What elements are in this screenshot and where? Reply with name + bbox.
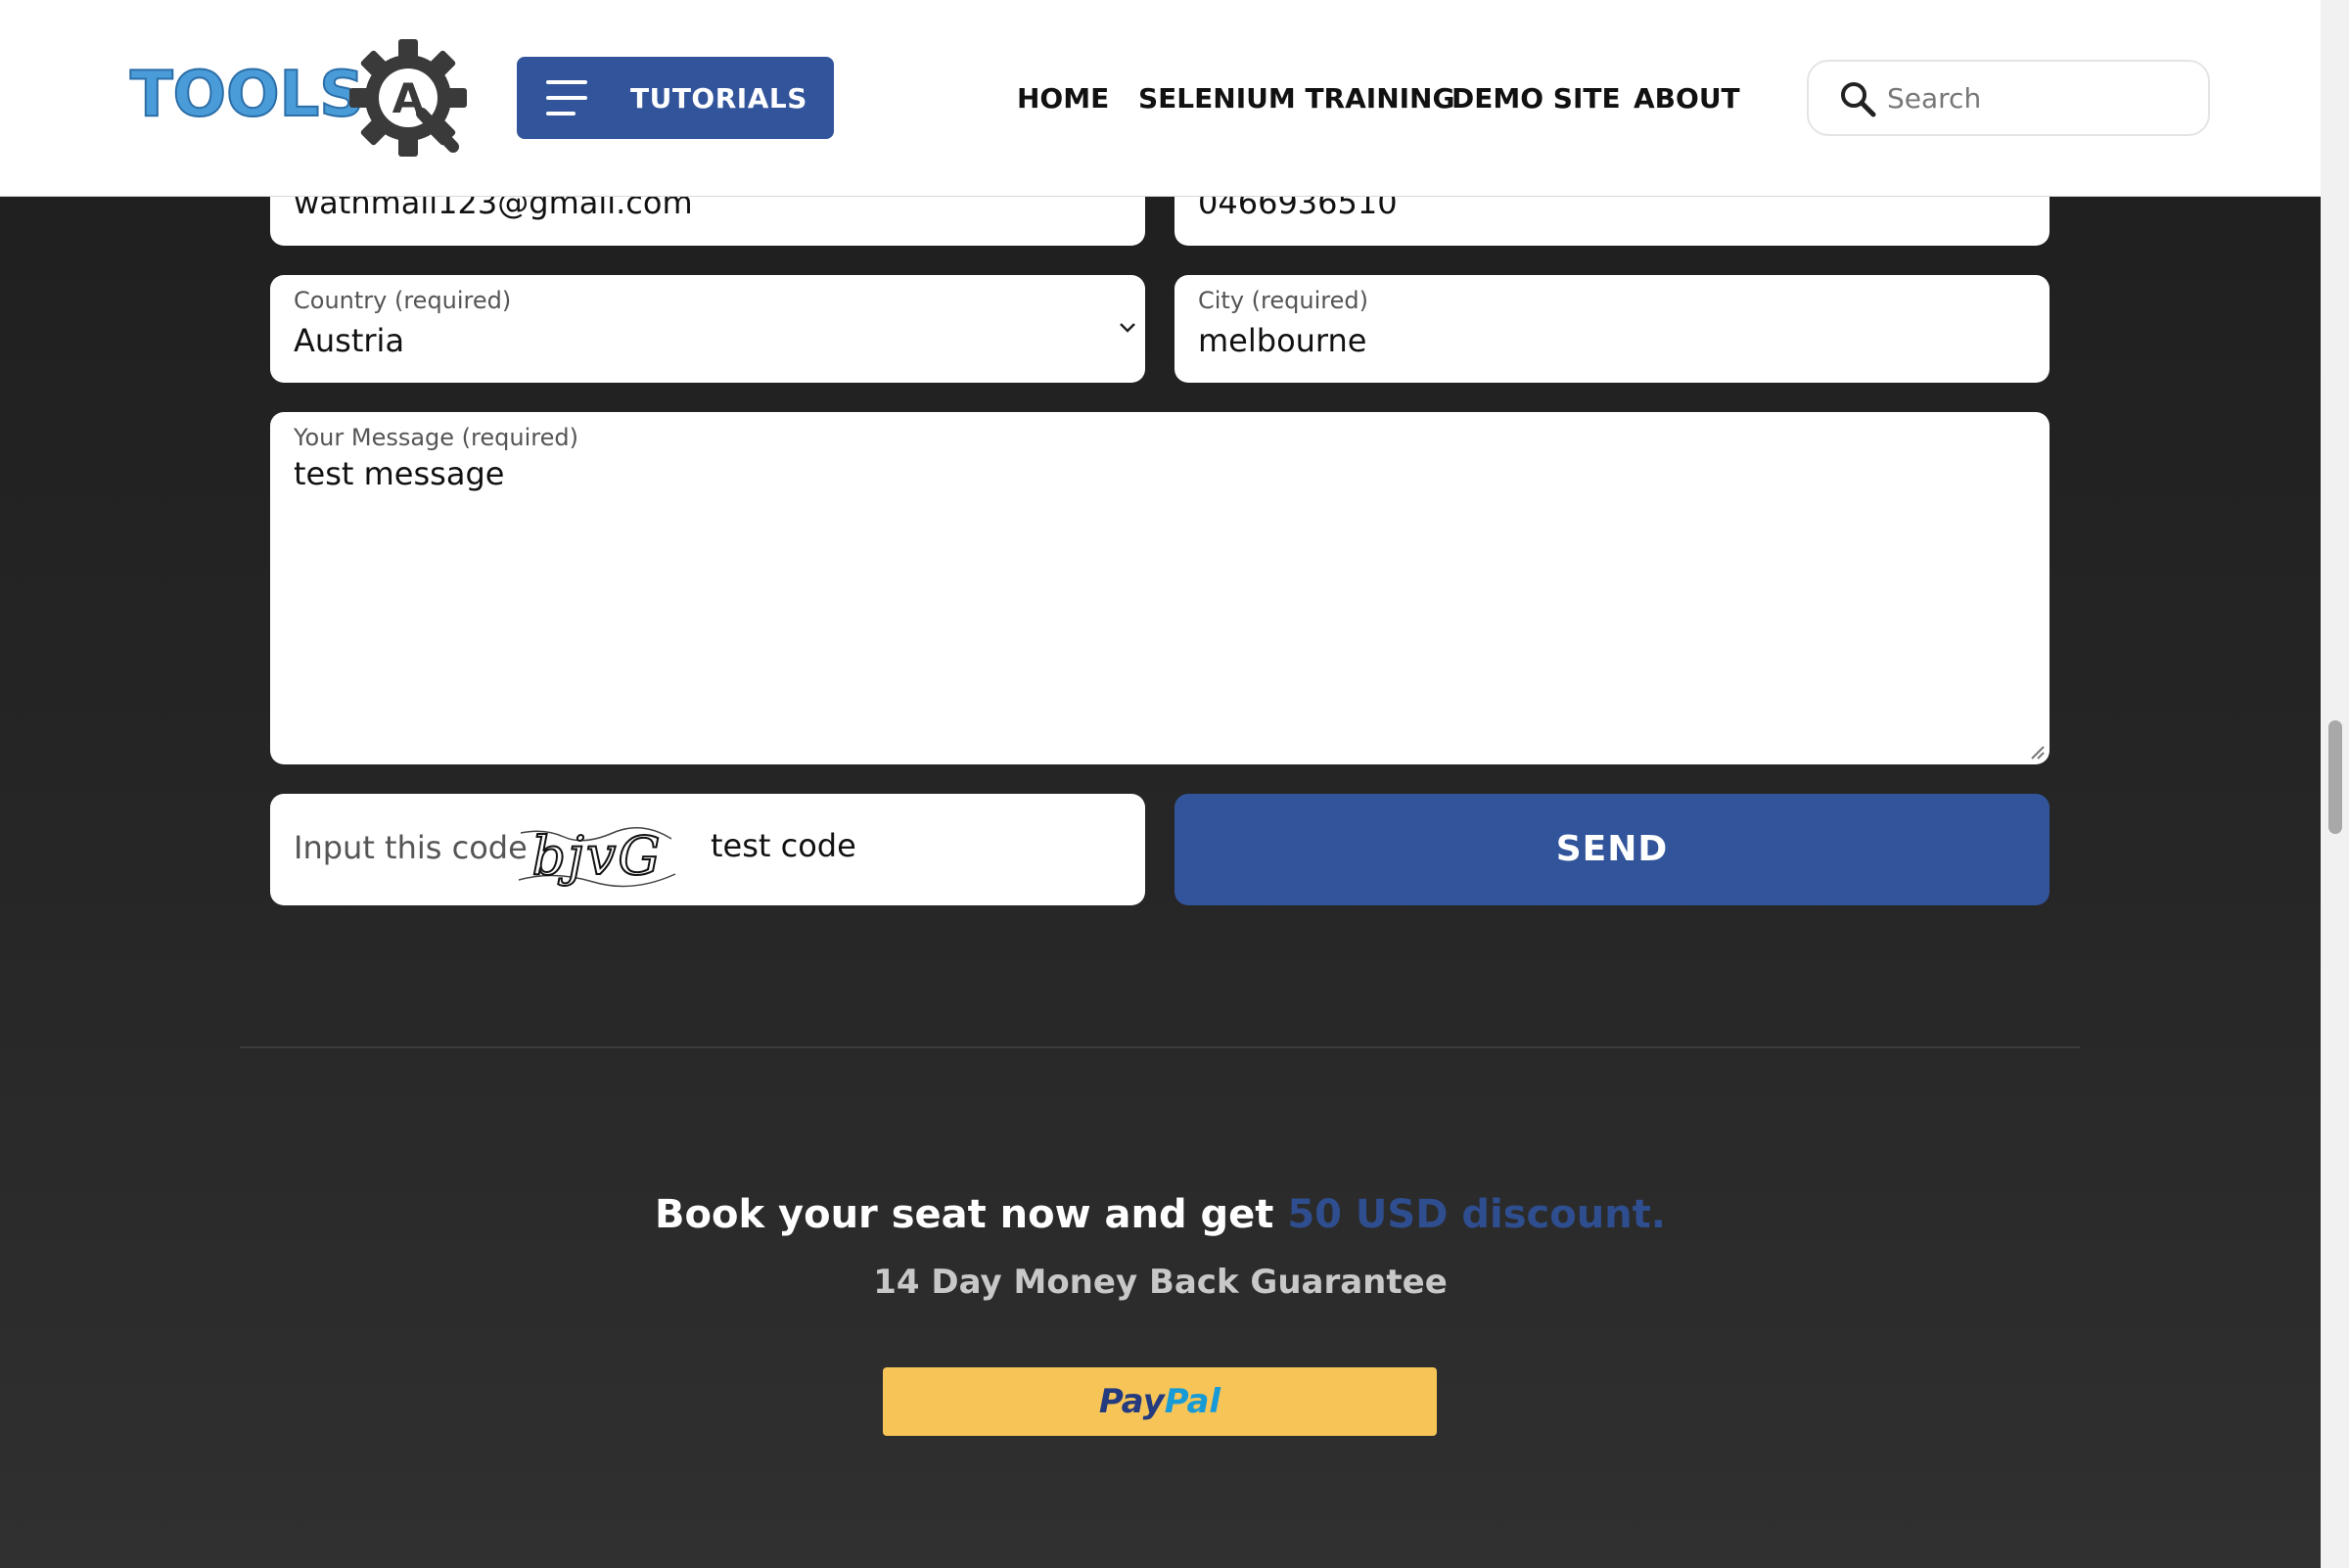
- scrollbar-track[interactable]: [2321, 0, 2349, 1568]
- message-label: Your Message (required): [294, 424, 578, 451]
- paypal-logo-pay: Pay: [1098, 1382, 1165, 1421]
- captcha-label: Input this code: [294, 829, 528, 866]
- section-divider: [240, 1046, 2080, 1048]
- chevron-down-icon: [1120, 323, 1135, 333]
- message-textarea[interactable]: Your Message (required) test message: [270, 412, 2050, 764]
- scrollbar-thumb[interactable]: [2328, 720, 2342, 834]
- country-label: Country (required): [294, 287, 512, 314]
- city-value: melbourne: [1198, 322, 1367, 359]
- promo-headline: Book your seat now and get 50 USD discou…: [0, 1192, 2321, 1237]
- logo-badge: A: [392, 74, 425, 122]
- tutorials-menu-button[interactable]: TUTORIALS: [517, 57, 834, 139]
- country-select[interactable]: Country (required) Austria: [270, 275, 1145, 383]
- site-header: TOOLS A TUTORIALS HOME SELENIUM TRAINING…: [0, 0, 2321, 197]
- paypal-logo-pal: Pal: [1164, 1382, 1221, 1421]
- nav-selenium-training[interactable]: SELENIUM TRAINING: [1138, 82, 1454, 115]
- country-value: Austria: [294, 322, 405, 359]
- nav-about[interactable]: ABOUT: [1634, 82, 1740, 115]
- search-input[interactable]: [1887, 75, 2190, 120]
- captcha-input[interactable]: test code: [711, 827, 856, 864]
- promo-main-text: Book your seat now and get: [655, 1192, 1288, 1237]
- search-icon: [1841, 82, 1876, 117]
- gear-icon: A: [349, 39, 467, 157]
- paypal-button[interactable]: PayPal: [883, 1367, 1437, 1436]
- city-field[interactable]: City (required) melbourne: [1174, 275, 2050, 383]
- captcha-text: bjvG: [532, 825, 663, 887]
- message-value: test message: [294, 455, 505, 492]
- city-label: City (required): [1198, 287, 1368, 314]
- tutorials-label: TUTORIALS: [630, 82, 807, 115]
- captcha-image: bjvG: [518, 824, 676, 888]
- logo-text: TOOLS: [129, 58, 365, 132]
- resize-handle-icon[interactable]: [2028, 743, 2046, 761]
- toolsqa-logo[interactable]: TOOLS A: [129, 37, 468, 159]
- promo-discount-link[interactable]: 50 USD discount.: [1287, 1192, 1666, 1237]
- promo-guarantee: 14 Day Money Back Guarantee: [873, 1263, 1448, 1302]
- search-box[interactable]: [1807, 60, 2210, 136]
- nav-home[interactable]: HOME: [1017, 82, 1109, 115]
- captcha-field[interactable]: Input this code bjvG test code: [270, 794, 1145, 905]
- hamburger-icon: [546, 80, 587, 115]
- send-button[interactable]: SEND: [1174, 794, 2050, 905]
- nav-demo-site[interactable]: DEMO SITE: [1451, 82, 1621, 115]
